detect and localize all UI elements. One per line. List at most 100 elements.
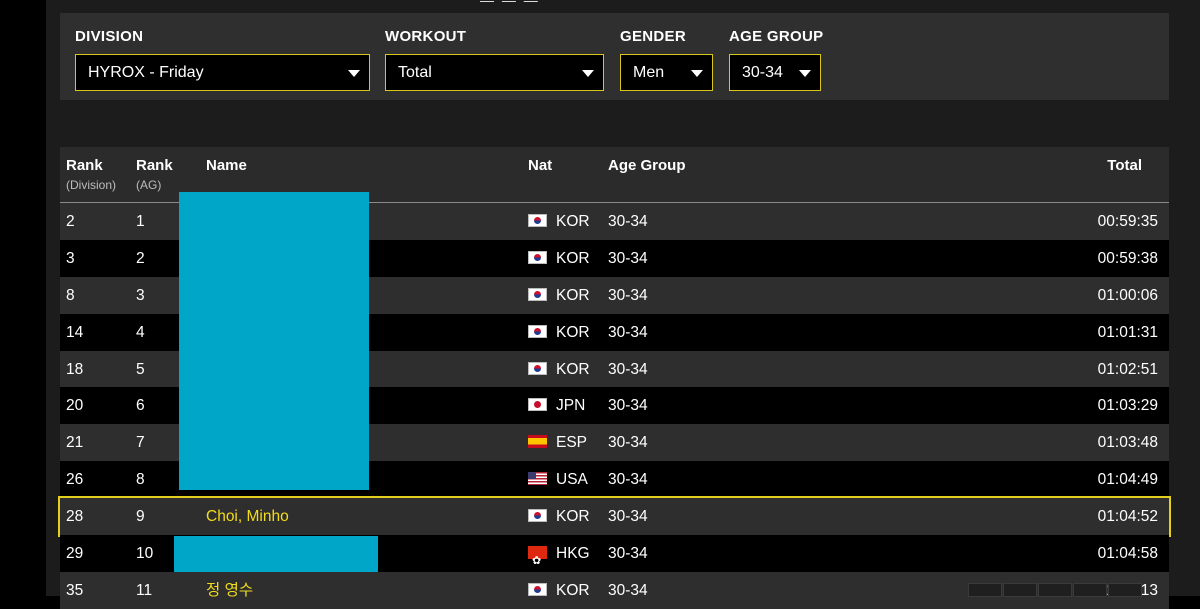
age-group-select[interactable]: 30-34 <box>729 54 821 91</box>
header-total[interactable]: Total <box>1107 157 1142 174</box>
flag-jp-icon <box>528 398 547 412</box>
nationality: KOR <box>528 498 590 535</box>
age-group: 30-34 <box>608 434 648 452</box>
nationality-code: KOR <box>556 213 590 230</box>
workout-value: Total <box>398 64 432 81</box>
header-rank-division-sub: (Division) <box>66 178 117 192</box>
rank-ag: 2 <box>136 249 145 267</box>
nationality-code: JPN <box>556 397 586 415</box>
nationality-code: KOR <box>556 508 590 526</box>
flag-es-icon <box>528 435 547 449</box>
total-time: 01:01:31 <box>1097 323 1158 341</box>
header-name[interactable]: Name <box>206 157 247 174</box>
total-time: 01:04:52 <box>1097 508 1158 526</box>
nationality-code: KOR <box>556 249 590 267</box>
pagination-button[interactable] <box>1003 583 1037 597</box>
age-group: 30-34 <box>608 397 648 415</box>
chevron-down-icon <box>799 70 811 77</box>
age-group: 30-34 <box>608 213 648 230</box>
gender-value: Men <box>633 64 665 81</box>
pagination-button[interactable] <box>968 583 1002 597</box>
filter-bar: DIVISION HYROX - Friday WORKOUT Total GE… <box>60 13 1169 100</box>
flag-kr-icon <box>528 214 547 227</box>
header-rank-ag[interactable]: Rank (AG) <box>136 157 173 192</box>
rank-ag: 3 <box>136 286 145 304</box>
nationality: USA <box>528 461 588 498</box>
nationality: KOR <box>528 572 590 609</box>
header-rank-division[interactable]: Rank (Division) <box>66 157 116 192</box>
nationality-code: HKG <box>556 545 590 563</box>
flag-kr-icon <box>528 324 547 338</box>
nationality-code: KOR <box>556 323 590 341</box>
rank-ag: 1 <box>136 213 145 230</box>
rank-division: 35 <box>66 581 84 599</box>
gender-filter: GENDER Men <box>620 28 713 91</box>
chevron-down-icon <box>582 70 594 77</box>
total-time: 01:04:49 <box>1097 471 1158 489</box>
age-group: 30-34 <box>608 286 648 304</box>
rank-division: 14 <box>66 323 84 341</box>
nationality: KOR <box>528 240 590 277</box>
age-group-label: AGE GROUP <box>729 28 824 45</box>
flag-us-icon <box>528 472 547 486</box>
flag-kr-icon <box>528 287 547 301</box>
nationality-code: KOR <box>556 581 590 599</box>
pagination-button[interactable] <box>1073 583 1107 597</box>
nationality: KOR <box>528 203 590 240</box>
workout-label: WORKOUT <box>385 28 467 45</box>
total-time: 01:00:06 <box>1097 286 1158 304</box>
rank-ag: 6 <box>136 397 145 415</box>
rank-division: 20 <box>66 397 84 415</box>
rank-ag: 4 <box>136 323 145 341</box>
total-time: 01:04:58 <box>1097 545 1158 563</box>
flag-hk-icon <box>528 543 547 580</box>
gender-select[interactable]: Men <box>620 54 713 91</box>
pagination-button[interactable] <box>1108 583 1142 597</box>
age-group: 30-34 <box>608 360 648 378</box>
age-group-filter: AGE GROUP 30-34 <box>729 28 823 91</box>
nationality: ESP <box>528 424 587 461</box>
total-time: 01:03:48 <box>1097 434 1158 452</box>
rank-division: 8 <box>66 286 75 304</box>
workout-select[interactable]: Total <box>385 54 604 91</box>
flag-kr-icon <box>528 582 547 596</box>
age-group-value: 30-34 <box>742 64 783 81</box>
athlete-name-link[interactable]: 정 영수 <box>206 572 253 609</box>
nationality: KOR <box>528 351 590 388</box>
clipped-heading-fragment: — — — <box>480 0 590 8</box>
flag-kr-icon <box>528 361 547 375</box>
header-rank-ag-sub: (AG) <box>136 178 162 192</box>
rank-division: 21 <box>66 434 84 452</box>
age-group: 30-34 <box>608 545 648 563</box>
header-nat[interactable]: Nat <box>528 157 552 174</box>
nationality: KOR <box>528 314 590 351</box>
division-label: DIVISION <box>75 28 144 45</box>
rank-ag: 10 <box>136 545 154 563</box>
nationality: HKG <box>528 535 590 580</box>
rank-ag: 8 <box>136 471 145 489</box>
flag-kr-icon <box>528 509 547 523</box>
age-group: 30-34 <box>608 249 648 267</box>
athlete-name-link[interactable]: Choi, Minho <box>206 498 289 535</box>
nationality-code: KOR <box>556 360 590 378</box>
nationality-code: USA <box>556 471 588 489</box>
total-time: 00:59:38 <box>1097 249 1158 267</box>
total-time: 01:03:29 <box>1097 397 1158 415</box>
age-group: 30-34 <box>608 508 648 526</box>
rank-division: 18 <box>66 360 84 378</box>
nationality: JPN <box>528 387 585 424</box>
rank-ag: 7 <box>136 434 145 452</box>
header-age-group[interactable]: Age Group <box>608 157 686 174</box>
pagination-button[interactable] <box>1038 583 1072 597</box>
division-select[interactable]: HYROX - Friday <box>75 54 370 91</box>
division-filter: DIVISION HYROX - Friday <box>75 28 370 91</box>
rank-ag: 9 <box>136 508 145 526</box>
nationality-code: ESP <box>556 434 588 452</box>
table-row[interactable]: 28 9 Choi, Minho KOR 30-34 01:04:52 <box>58 496 1171 538</box>
rank-division: 26 <box>66 471 84 489</box>
rank-ag: 11 <box>136 581 153 599</box>
redaction-block <box>179 192 369 490</box>
flag-kr-icon <box>528 250 547 264</box>
rank-ag: 5 <box>136 360 145 378</box>
rank-division: 3 <box>66 249 75 267</box>
